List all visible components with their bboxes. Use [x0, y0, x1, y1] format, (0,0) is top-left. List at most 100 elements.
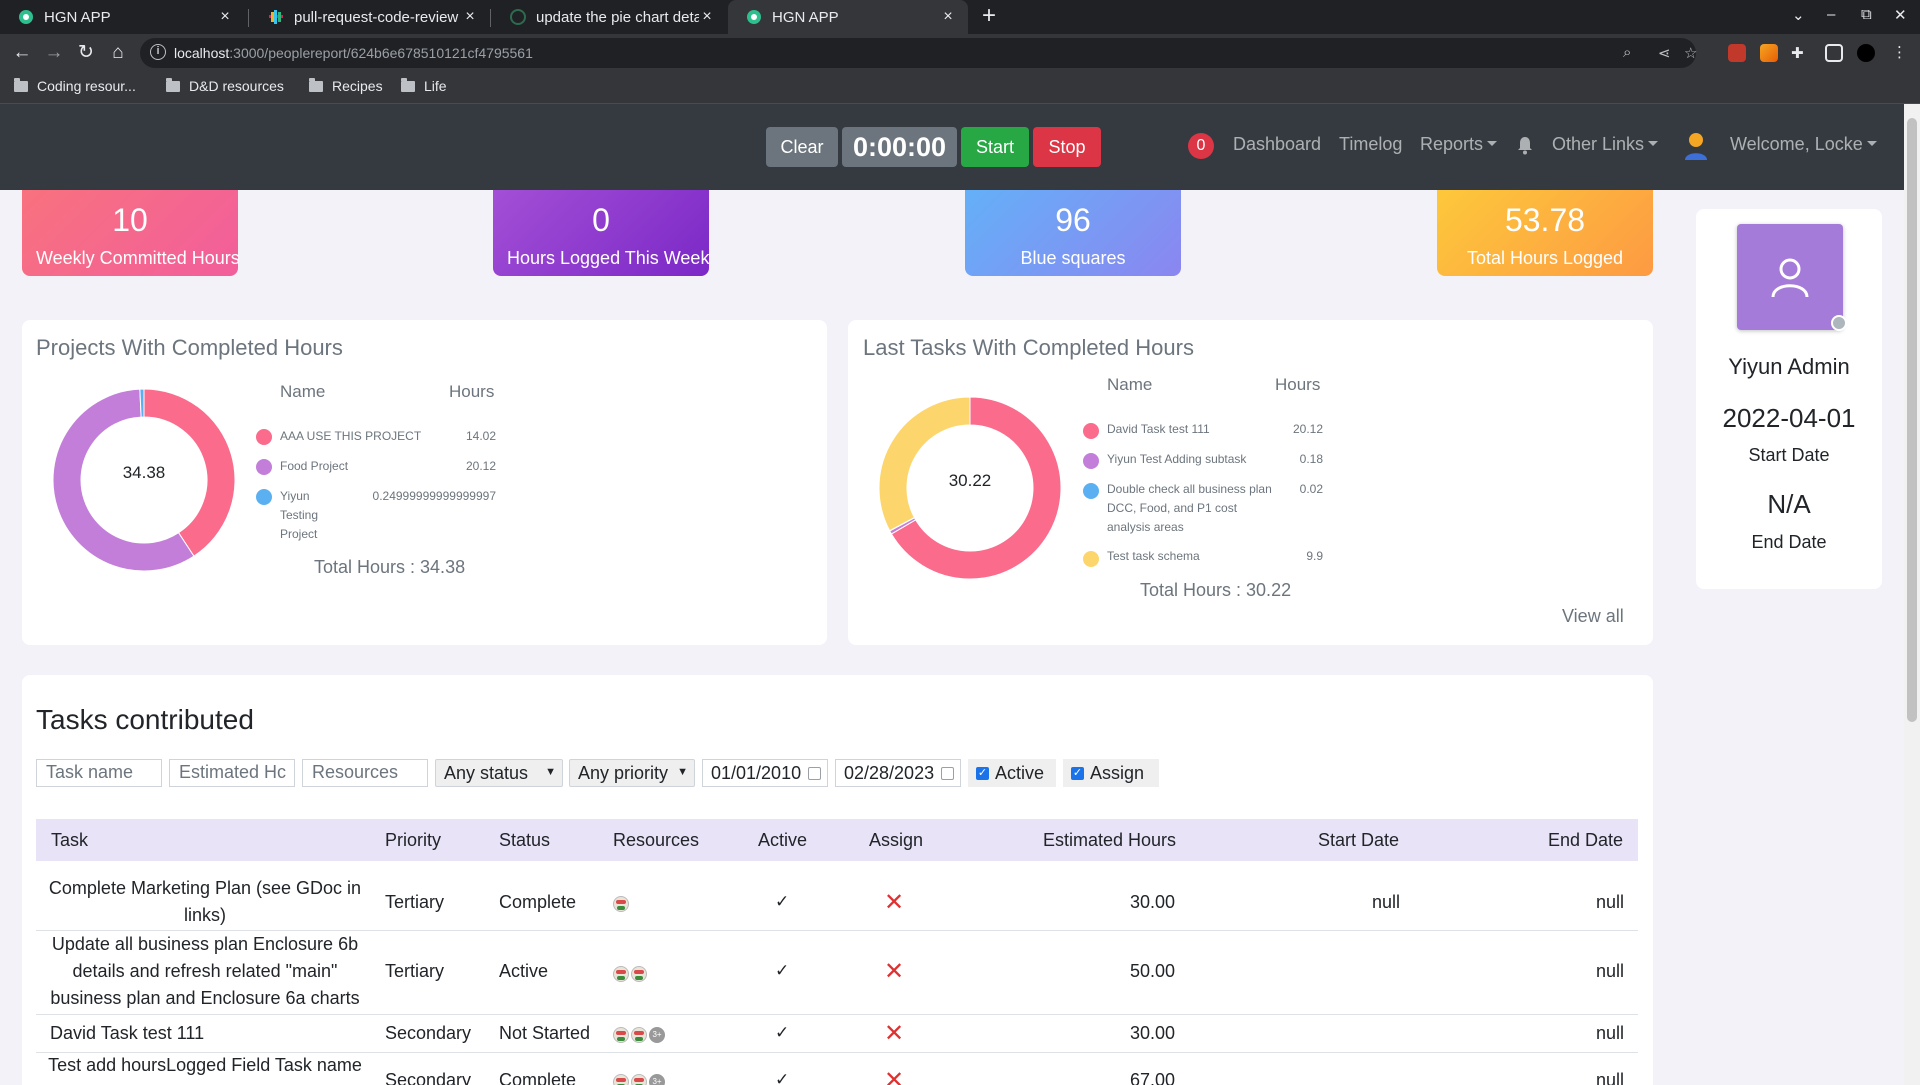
column-header-start-date[interactable]: Start Date: [1318, 830, 1399, 851]
table-cell-task[interactable]: David Task test 111: [50, 1023, 204, 1044]
browser-tab-active[interactable]: HGN APP ×: [728, 0, 968, 34]
profile-start-date-label: Start Date: [1748, 445, 1830, 465]
legend-item-name: Yiyun Testing Project: [280, 489, 319, 541]
side-panel-icon[interactable]: [1825, 44, 1843, 62]
calendar-icon[interactable]: [808, 767, 821, 780]
profile-avatar[interactable]: [1737, 224, 1843, 330]
profile-icon[interactable]: [1857, 44, 1875, 62]
table-cell-task[interactable]: Update all business plan Enclosure 6b de…: [36, 931, 374, 1012]
bookmark-folder[interactable]: Recipes: [309, 77, 383, 94]
profile-start-date: 2022-04-01: [1722, 403, 1856, 433]
resource-avatar-icon[interactable]: [613, 896, 629, 912]
tab-close-icon[interactable]: ×: [217, 8, 233, 26]
table-cell-estimated-hours: 30.00: [1130, 892, 1176, 912]
nav-reports-dropdown[interactable]: Reports: [1420, 134, 1498, 155]
maximize-icon[interactable]: ⧉: [1861, 6, 1872, 23]
donut-slice[interactable]: [139, 389, 145, 418]
nav-other-links-label: Other Links: [1552, 134, 1645, 154]
bookmark-folder[interactable]: Coding resour...: [14, 77, 136, 94]
tab-close-icon[interactable]: ×: [940, 8, 956, 26]
window-close-icon[interactable]: ✕: [1894, 6, 1907, 24]
scrollbar-thumb[interactable]: [1907, 118, 1917, 722]
page-scrollbar[interactable]: [1904, 104, 1920, 1085]
active-filter-checkbox[interactable]: ✓ Active: [968, 759, 1056, 787]
table-cell-status: Complete: [499, 1070, 577, 1085]
column-header-active[interactable]: Active: [758, 830, 807, 851]
chevron-down-icon: [1487, 141, 1498, 146]
browser-tab[interactable]: pull-request-code-review ×: [250, 0, 490, 34]
back-icon[interactable]: ←: [10, 41, 34, 65]
address-bar[interactable]: i localhost:3000/peoplereport/624b6e6785…: [140, 38, 1697, 68]
legend-item-hours: 20.12: [1292, 422, 1323, 436]
reload-icon[interactable]: ↻: [74, 41, 98, 65]
resource-avatar-icon[interactable]: [613, 966, 629, 982]
checkbox-checked-icon[interactable]: ✓: [976, 766, 989, 780]
tab-search-icon[interactable]: ⌄: [1792, 6, 1805, 24]
nav-welcome-dropdown[interactable]: Welcome, Locke: [1730, 134, 1877, 155]
site-info-icon[interactable]: i: [150, 44, 166, 60]
resource-avatar-icon[interactable]: [613, 1074, 629, 1085]
new-tab-icon[interactable]: +: [976, 4, 1002, 30]
column-header-priority[interactable]: Priority: [385, 830, 441, 851]
folder-icon: [401, 77, 415, 92]
table-cell-task[interactable]: Complete Marketing Plan (see GDoc in lin…: [36, 875, 374, 929]
column-header-end-date[interactable]: End Date: [1548, 830, 1623, 851]
resource-avatar-icon[interactable]: [631, 966, 647, 982]
status-indicator: [1831, 315, 1847, 331]
resource-avatar-icon[interactable]: [631, 1074, 647, 1085]
task-name-filter-input[interactable]: Task name: [36, 759, 162, 787]
bookmark-folder[interactable]: Life: [401, 77, 447, 94]
tab-close-icon[interactable]: ×: [699, 8, 715, 26]
projects-total-hours: Total Hours : 34.38: [314, 557, 466, 577]
assign-filter-checkbox[interactable]: ✓ Assign: [1063, 759, 1159, 787]
timer-clear-button[interactable]: Clear: [766, 127, 838, 167]
resource-avatar-icon[interactable]: [631, 1027, 647, 1043]
user-avatar-icon[interactable]: [1683, 131, 1709, 161]
column-header-status[interactable]: Status: [499, 830, 550, 851]
column-header-estimated-hours[interactable]: Estimated Hours: [1043, 830, 1176, 851]
tab-close-icon[interactable]: ×: [462, 8, 478, 26]
extensions-puzzle-icon[interactable]: ✚: [1791, 44, 1804, 62]
status-filter-select[interactable]: Any status ▼: [435, 759, 563, 787]
notification-count-badge[interactable]: 0: [1188, 133, 1214, 159]
start-date-filter-input[interactable]: 01/01/2010: [702, 759, 828, 787]
checkbox-checked-icon[interactable]: ✓: [1071, 766, 1084, 780]
resource-avatar-icon[interactable]: [613, 1027, 629, 1043]
priority-filter-select[interactable]: Any priority ▼: [569, 759, 695, 787]
table-cell-priority: Tertiary: [385, 892, 445, 912]
timer-start-button[interactable]: Start: [961, 127, 1029, 167]
stat-label: Total Hours Logged: [1466, 248, 1624, 268]
estimated-hours-filter-input[interactable]: Estimated Hc: [169, 759, 295, 787]
bookmark-folder[interactable]: D&D resources: [166, 77, 284, 94]
timer-stop-button[interactable]: Stop: [1033, 127, 1101, 167]
browser-tab[interactable]: update the pie chart deta ×: [492, 0, 727, 34]
forward-icon[interactable]: →: [42, 41, 66, 65]
donut-slice[interactable]: [879, 397, 971, 532]
calendar-icon[interactable]: [941, 767, 954, 780]
browser-tab[interactable]: HGN APP ×: [0, 0, 245, 34]
table-cell-task[interactable]: Test add hoursLogged Field Task name: [36, 1052, 374, 1079]
legend-color-dot: [1083, 423, 1099, 439]
extension-icon[interactable]: [1728, 44, 1746, 62]
column-header-task[interactable]: Task: [51, 830, 88, 851]
nav-timelog-link[interactable]: Timelog: [1339, 134, 1402, 155]
view-all-link[interactable]: View all: [1562, 606, 1624, 627]
nav-other-links-dropdown[interactable]: Other Links: [1552, 134, 1659, 155]
bell-icon[interactable]: [1517, 136, 1533, 155]
column-header-assign[interactable]: Assign: [869, 830, 923, 851]
nav-dashboard-link[interactable]: Dashboard: [1233, 134, 1321, 155]
nav-welcome-label: Welcome, Locke: [1730, 134, 1863, 154]
menu-kebab-icon[interactable]: ⋮: [1892, 43, 1907, 61]
home-icon[interactable]: ⌂: [106, 41, 130, 65]
bookmark-star-icon[interactable]: ☆: [1684, 44, 1697, 62]
more-resources-badge[interactable]: 3+: [649, 1027, 665, 1043]
legend-color-dot: [1083, 551, 1099, 567]
resources-filter-input[interactable]: Resources: [302, 759, 428, 787]
column-header-resources[interactable]: Resources: [613, 830, 699, 851]
zoom-icon[interactable]: ⌕: [1623, 44, 1631, 61]
minimize-icon[interactable]: –: [1827, 6, 1835, 23]
end-date-filter-input[interactable]: 02/28/2023: [835, 759, 961, 787]
more-resources-badge[interactable]: 3+: [649, 1074, 665, 1085]
share-icon[interactable]: ⋖: [1658, 44, 1671, 62]
extension-pen-icon[interactable]: [1760, 44, 1778, 62]
